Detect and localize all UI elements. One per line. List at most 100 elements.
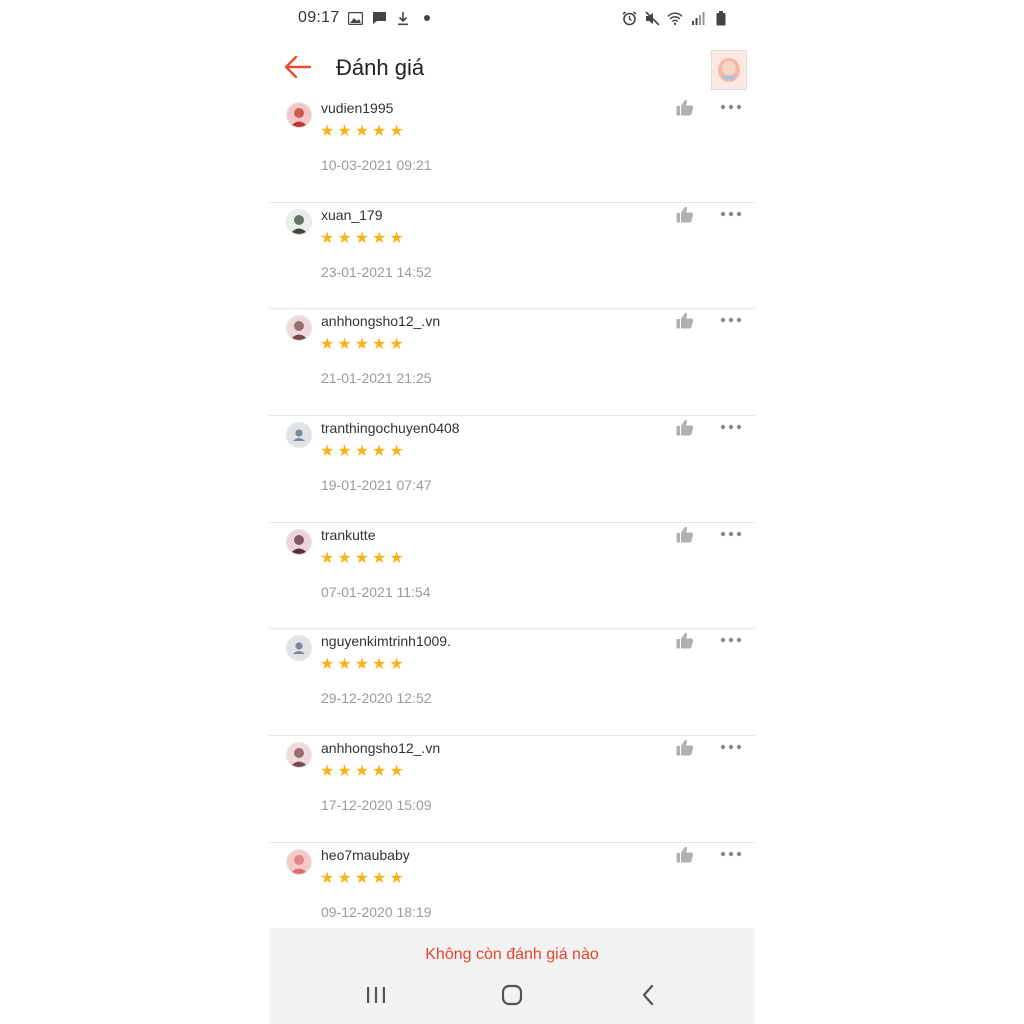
star-icon: ★ bbox=[320, 869, 335, 887]
review-username: trankutte bbox=[321, 526, 376, 543]
image-icon bbox=[347, 10, 363, 26]
more-options-icon[interactable] bbox=[720, 98, 744, 112]
more-options-icon[interactable] bbox=[720, 418, 744, 432]
star-icon: ★ bbox=[337, 549, 352, 567]
review-date: 21-01-2021 21:25 bbox=[321, 370, 432, 387]
thumbs-up-icon[interactable] bbox=[676, 206, 696, 224]
review-username: anhhongsho12_.vn bbox=[321, 740, 441, 757]
alarm-icon bbox=[621, 10, 637, 26]
star-icon: ★ bbox=[337, 229, 352, 247]
star-icon: ★ bbox=[372, 336, 387, 354]
status-bar: 09:17 bbox=[269, 0, 755, 38]
review-item: tranthingochuyen0408 ★ ★ ★ ★ ★ 19-01-2021 07:4… bbox=[269, 416, 755, 523]
recents-icon[interactable] bbox=[361, 982, 391, 1008]
star-icon: ★ bbox=[320, 656, 335, 674]
review-item: anhhongsho12_.vn ★ ★ ★ ★ ★ 17-12-2020 15:09 bbox=[269, 736, 755, 843]
rating-stars: ★ ★ ★ ★ ★ bbox=[320, 123, 404, 141]
review-username: heo7maubaby bbox=[321, 846, 410, 863]
thumbs-up-icon[interactable] bbox=[676, 526, 696, 544]
more-options-icon[interactable] bbox=[720, 311, 744, 325]
more-options-icon[interactable] bbox=[720, 205, 744, 219]
battery-icon bbox=[713, 10, 729, 26]
thumbs-up-icon[interactable] bbox=[676, 632, 696, 650]
star-icon: ★ bbox=[389, 443, 404, 461]
review-username: anhhongsho12_.vn bbox=[321, 313, 441, 330]
page-title: Đánh giá bbox=[336, 55, 425, 80]
star-icon: ★ bbox=[372, 869, 387, 887]
phone-screen: 09:17 Đánh giá vudien1995 ★ ★ ★ ★ ★ 10-0… bbox=[269, 0, 755, 1024]
rating-stars: ★ ★ ★ ★ ★ bbox=[320, 443, 404, 461]
star-icon: ★ bbox=[320, 336, 335, 354]
rating-stars: ★ ★ ★ ★ ★ bbox=[320, 656, 404, 674]
home-icon[interactable] bbox=[497, 982, 527, 1008]
signal-icon bbox=[690, 10, 706, 26]
rating-stars: ★ ★ ★ ★ ★ bbox=[320, 336, 404, 354]
user-avatar[interactable] bbox=[286, 315, 312, 342]
star-icon: ★ bbox=[372, 763, 387, 781]
rating-stars: ★ ★ ★ ★ ★ bbox=[320, 870, 404, 888]
review-username: tranthingochuyen0408 bbox=[321, 420, 460, 437]
thumbs-up-icon[interactable] bbox=[676, 312, 696, 330]
star-icon: ★ bbox=[372, 123, 387, 140]
star-icon: ★ bbox=[354, 763, 370, 781]
review-username: vudien1995 bbox=[321, 100, 394, 116]
star-icon: ★ bbox=[320, 549, 335, 567]
user-avatar[interactable] bbox=[286, 742, 312, 769]
user-avatar[interactable] bbox=[286, 848, 312, 875]
star-icon: ★ bbox=[337, 443, 352, 461]
rating-stars: ★ ★ ★ ★ ★ bbox=[320, 550, 404, 568]
star-icon: ★ bbox=[372, 549, 387, 567]
star-icon: ★ bbox=[389, 336, 404, 354]
more-options-icon[interactable] bbox=[720, 845, 744, 859]
star-icon: ★ bbox=[354, 229, 370, 247]
star-icon: ★ bbox=[372, 229, 387, 247]
star-icon: ★ bbox=[320, 763, 335, 781]
app-header: Đánh giá bbox=[269, 38, 755, 96]
more-options-icon[interactable] bbox=[720, 525, 744, 539]
thumbs-up-icon[interactable] bbox=[676, 419, 696, 437]
system-nav-bar bbox=[269, 968, 755, 1024]
review-list: vudien1995 ★ ★ ★ ★ ★ 10-03-2021 09:21 xuan_179 ★… bbox=[269, 96, 755, 950]
star-icon: ★ bbox=[320, 229, 335, 247]
star-icon: ★ bbox=[337, 123, 352, 140]
user-avatar[interactable] bbox=[286, 208, 312, 235]
more-options-icon[interactable] bbox=[720, 738, 744, 752]
star-icon: ★ bbox=[354, 549, 370, 567]
star-icon: ★ bbox=[354, 336, 370, 354]
review-date: 17-12-2020 15:09 bbox=[321, 797, 432, 814]
rating-stars: ★ ★ ★ ★ ★ bbox=[320, 230, 404, 248]
no-more-reviews-text: Không còn đánh giá nào bbox=[269, 928, 755, 968]
message-icon bbox=[371, 10, 387, 26]
review-item: xuan_179 ★ ★ ★ ★ ★ 23-01-2021 14:52 bbox=[269, 203, 755, 310]
review-item: trankutte ★ ★ ★ ★ ★ 07-01-2021 11:54 bbox=[269, 523, 755, 630]
status-time: 09:17 bbox=[298, 9, 340, 26]
user-avatar[interactable] bbox=[286, 422, 312, 449]
rating-stars: ★ ★ ★ ★ ★ bbox=[320, 763, 404, 781]
thumbs-up-icon[interactable] bbox=[676, 739, 696, 757]
review-username: xuan_179 bbox=[321, 206, 383, 223]
status-left-icons bbox=[347, 10, 435, 26]
wifi-icon bbox=[667, 10, 683, 26]
review-date: 10-03-2021 09:21 bbox=[321, 157, 432, 173]
star-icon: ★ bbox=[389, 229, 404, 247]
more-options-icon[interactable] bbox=[720, 631, 744, 645]
back-arrow-icon[interactable] bbox=[283, 54, 315, 82]
star-icon: ★ bbox=[354, 656, 370, 674]
thumbs-up-icon[interactable] bbox=[676, 99, 696, 117]
star-icon: ★ bbox=[337, 763, 352, 781]
review-username: nguyenkimtrinh1009. bbox=[321, 633, 451, 650]
status-right-icons bbox=[621, 10, 729, 26]
user-avatar[interactable] bbox=[286, 102, 312, 128]
star-icon: ★ bbox=[389, 549, 404, 567]
star-icon: ★ bbox=[354, 123, 370, 140]
user-avatar[interactable] bbox=[286, 528, 312, 555]
thumbs-up-icon[interactable] bbox=[676, 846, 696, 864]
mute-icon bbox=[644, 10, 660, 26]
star-icon: ★ bbox=[320, 443, 335, 461]
review-item: vudien1995 ★ ★ ★ ★ ★ 10-03-2021 09:21 bbox=[269, 96, 755, 203]
user-avatar[interactable] bbox=[286, 635, 312, 662]
nav-back-icon[interactable] bbox=[633, 982, 663, 1008]
review-date: 09-12-2020 18:19 bbox=[321, 903, 432, 920]
star-icon: ★ bbox=[372, 443, 387, 461]
product-thumbnail[interactable] bbox=[711, 50, 747, 90]
